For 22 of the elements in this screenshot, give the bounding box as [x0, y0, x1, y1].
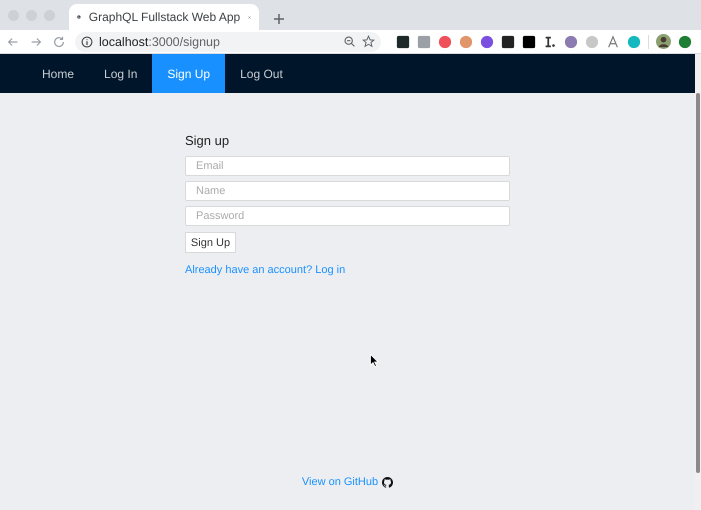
reload-icon[interactable]: [52, 34, 66, 48]
new-tab-icon[interactable]: [273, 13, 285, 25]
input-field[interactable]: Password: [185, 206, 510, 226]
input-field[interactable]: Email: [185, 156, 510, 176]
extension-icon[interactable]: [501, 34, 515, 48]
browser-tab[interactable]: GraphQL Fullstack Web App: [69, 4, 259, 30]
extension-icon[interactable]: [522, 34, 536, 48]
address-bar[interactable]: localhost:3000/signup: [75, 32, 381, 52]
star-icon[interactable]: [362, 35, 375, 48]
form-title: Sign up: [185, 133, 230, 148]
info-icon[interactable]: [81, 36, 93, 48]
input-field[interactable]: Name: [185, 181, 510, 201]
nav-item[interactable]: Home: [27, 54, 90, 93]
extension-icon[interactable]: [396, 34, 410, 48]
extension-icon[interactable]: [543, 34, 557, 48]
avatar-icon[interactable]: [656, 34, 671, 49]
zoom-icon[interactable]: [343, 35, 356, 48]
sign-up-button[interactable]: Sign Up: [185, 232, 236, 253]
mouse-cursor-icon: [370, 354, 379, 367]
github-icon[interactable]: [382, 476, 394, 488]
nav-item[interactable]: Log Out: [225, 54, 298, 93]
nav-item[interactable]: Log In: [89, 54, 152, 93]
